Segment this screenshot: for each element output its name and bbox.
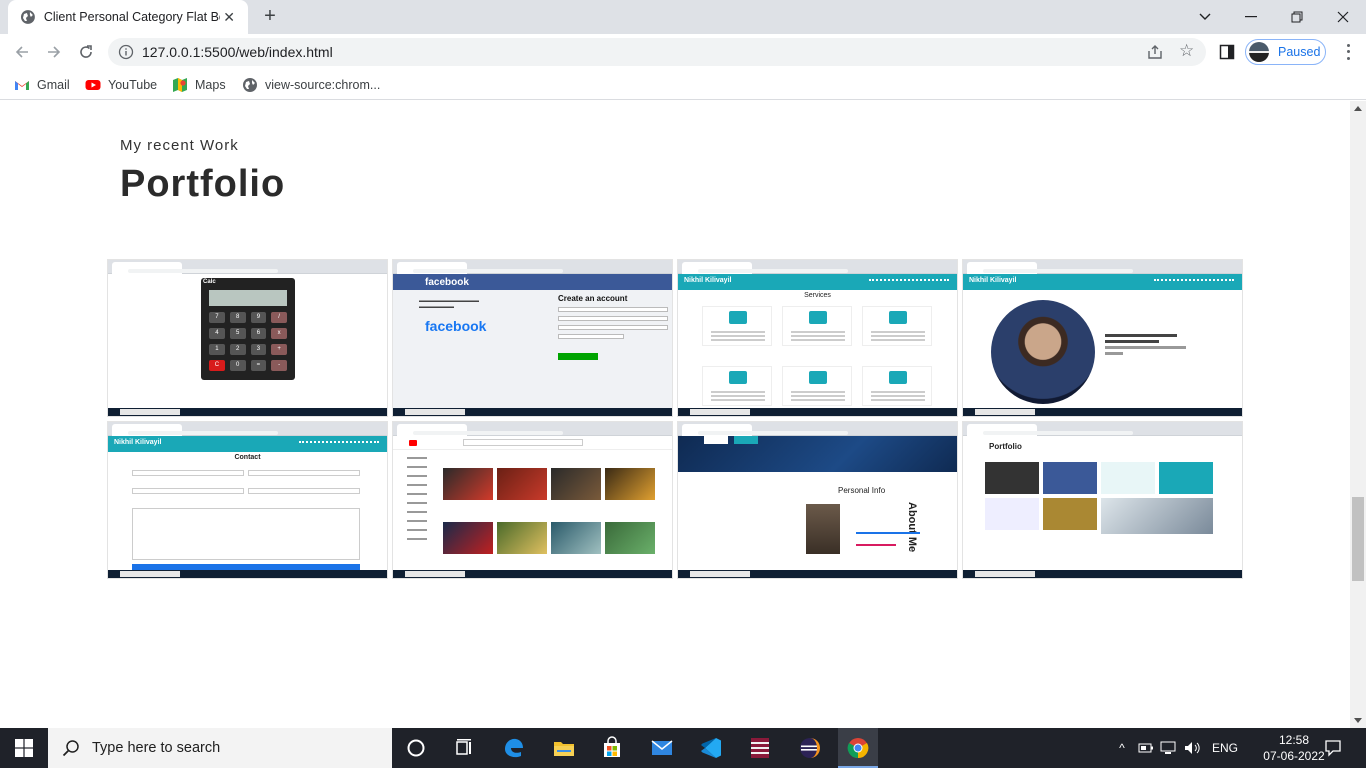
network-icon[interactable]	[1160, 741, 1178, 755]
profile-paused-button[interactable]: Paused	[1245, 39, 1326, 65]
bookmarks-bar: Gmail YouTube Maps view-source:chrom...	[0, 70, 1366, 100]
share-icon[interactable]	[1146, 43, 1164, 61]
back-button[interactable]	[10, 40, 34, 64]
profile-nav-name: Nikhil Kilivayil	[969, 277, 1017, 284]
portfolio-item-facebook[interactable]: facebook ▬▬▬▬▬▬▬▬▬▬▬▬ ▬▬▬▬▬▬▬ facebook Cr…	[392, 259, 673, 417]
eclipse-icon[interactable]	[798, 736, 822, 760]
calculator-thumbnail: Calc 7 8 9/ 456x 1 2 3 + C 0 = -	[201, 278, 295, 380]
services-title: Services	[804, 292, 831, 299]
notification-icon[interactable]	[1324, 739, 1342, 757]
arrow-right-icon	[48, 46, 61, 58]
portfolio-grid: Calc 7 8 9/ 456x 1 2 3 + C 0 = - facebook ▬▬▬▬▬▬…	[107, 259, 1243, 579]
bookmark-view-source[interactable]: view-source:chrom...	[242, 77, 380, 93]
url-text[interactable]: 127.0.0.1:5500/web/index.html	[142, 44, 333, 60]
scroll-down-arrow-icon[interactable]	[1354, 718, 1362, 723]
arrow-left-icon	[15, 46, 28, 58]
winrar-icon[interactable]	[748, 736, 772, 760]
youtube-logo-icon	[409, 440, 417, 446]
start-button[interactable]	[0, 728, 48, 768]
portfolio-item-youtube[interactable]	[392, 421, 673, 579]
microsoft-store-icon[interactable]	[600, 736, 624, 760]
volume-icon[interactable]	[1184, 741, 1202, 755]
search-icon	[62, 740, 79, 757]
info-icon[interactable]	[118, 44, 134, 60]
battery-icon[interactable]	[1138, 741, 1154, 755]
web-page: My recent Work Portfolio Calc 7 8 9/ 456x …	[0, 101, 1350, 728]
portfolio-item-about[interactable]: Personal Info About Me	[677, 421, 958, 579]
fb-heading: Create an account	[558, 294, 628, 303]
portfolio-item-calculator[interactable]: Calc 7 8 9/ 456x 1 2 3 + C 0 = -	[107, 259, 388, 417]
portfolio-item-portfolio[interactable]: Portfolio	[962, 421, 1243, 579]
bookmark-label: Maps	[195, 78, 226, 92]
bookmark-star-icon[interactable]: ☆	[1179, 41, 1194, 61]
tab-close-icon[interactable]: ✕	[220, 9, 238, 26]
browser-tab-active[interactable]: Client Personal Category Flat Boo ✕	[8, 0, 248, 34]
bookmark-label: Gmail	[37, 78, 70, 92]
windows-taskbar: Type here to search ^ ENG 12:58 07-06-20…	[0, 728, 1366, 768]
side-panel-icon[interactable]	[1219, 44, 1235, 60]
mail-icon[interactable]	[650, 736, 674, 760]
reload-icon	[80, 45, 92, 58]
edge-icon[interactable]	[502, 736, 526, 760]
gmail-icon	[15, 81, 29, 90]
restore-button[interactable]	[1274, 0, 1320, 34]
maps-icon	[173, 78, 187, 92]
profile-status-label: Paused	[1278, 45, 1321, 59]
calc-caption: Calc	[203, 279, 216, 285]
taskbar-search-placeholder: Type here to search	[92, 740, 221, 756]
task-view-icon[interactable]	[452, 736, 476, 760]
globe-icon	[243, 78, 257, 92]
profile-photo	[991, 300, 1095, 404]
services-nav-name: Nikhil Kilivayil	[684, 277, 732, 284]
taskbar-search-box[interactable]: Type here to search	[48, 728, 392, 768]
tab-title: Client Personal Category Flat Boo	[43, 10, 221, 24]
bookmark-gmail[interactable]: Gmail	[14, 77, 70, 93]
address-bar[interactable]: 127.0.0.1:5500/web/index.html ☆	[108, 38, 1206, 66]
fb-logo-large: facebook	[425, 318, 487, 334]
bookmark-maps[interactable]: Maps	[172, 77, 226, 93]
contact-title: Contact	[234, 454, 261, 461]
chrome-icon	[847, 738, 869, 759]
portfolio-item-contact[interactable]: Nikhil Kilivayil Contact	[107, 421, 388, 579]
vscode-icon[interactable]	[699, 736, 723, 760]
bookmark-youtube[interactable]: YouTube	[85, 77, 157, 93]
chrome-taskbar-active[interactable]	[838, 728, 878, 768]
bookmark-label: view-source:chrom...	[265, 78, 381, 92]
scrollbar-thumb[interactable]	[1352, 497, 1364, 581]
page-scrollbar[interactable]	[1350, 101, 1366, 728]
clock-date: 07-06-2022	[1263, 749, 1325, 763]
about-section-title: Personal Info	[838, 486, 886, 495]
forward-button[interactable]	[42, 40, 66, 64]
avatar	[1249, 42, 1269, 62]
kebab-menu-icon[interactable]	[1344, 42, 1352, 62]
contact-nav-name: Nikhil Kilivayil	[114, 439, 162, 446]
clock-time: 12:58	[1278, 733, 1310, 747]
file-explorer-icon[interactable]	[552, 736, 576, 760]
tab-strip: Client Personal Category Flat Boo ✕ +	[0, 0, 1366, 34]
system-tray: ^ ENG	[1114, 728, 1238, 768]
portfolio-item-profile[interactable]: Nikhil Kilivayil	[962, 259, 1243, 417]
chevron-up-icon[interactable]: ^	[1114, 741, 1130, 755]
taskbar-clock[interactable]: 12:58 07-06-2022	[1262, 732, 1326, 764]
minimize-button[interactable]	[1228, 0, 1274, 34]
fb-logo-small: facebook	[425, 277, 469, 288]
page-title: Portfolio	[120, 163, 286, 205]
tab-search-chevron-icon[interactable]	[1182, 0, 1228, 34]
close-window-button[interactable]	[1320, 0, 1366, 34]
new-tab-button[interactable]: +	[258, 5, 282, 29]
about-vertical-title: About Me	[906, 502, 918, 553]
cortana-icon[interactable]	[404, 736, 428, 760]
globe-icon	[20, 10, 35, 24]
scroll-up-arrow-icon[interactable]	[1354, 106, 1362, 111]
youtube-icon	[85, 80, 101, 90]
bookmark-label: YouTube	[108, 78, 158, 92]
reload-button[interactable]	[74, 40, 98, 64]
windows-logo-icon	[15, 739, 33, 757]
language-indicator[interactable]: ENG	[1212, 741, 1238, 755]
section-subtitle: My recent Work	[120, 137, 239, 154]
mini-portfolio-title: Portfolio	[989, 442, 1022, 451]
about-photo	[806, 504, 840, 554]
portfolio-item-services[interactable]: Nikhil Kilivayil Services	[677, 259, 958, 417]
